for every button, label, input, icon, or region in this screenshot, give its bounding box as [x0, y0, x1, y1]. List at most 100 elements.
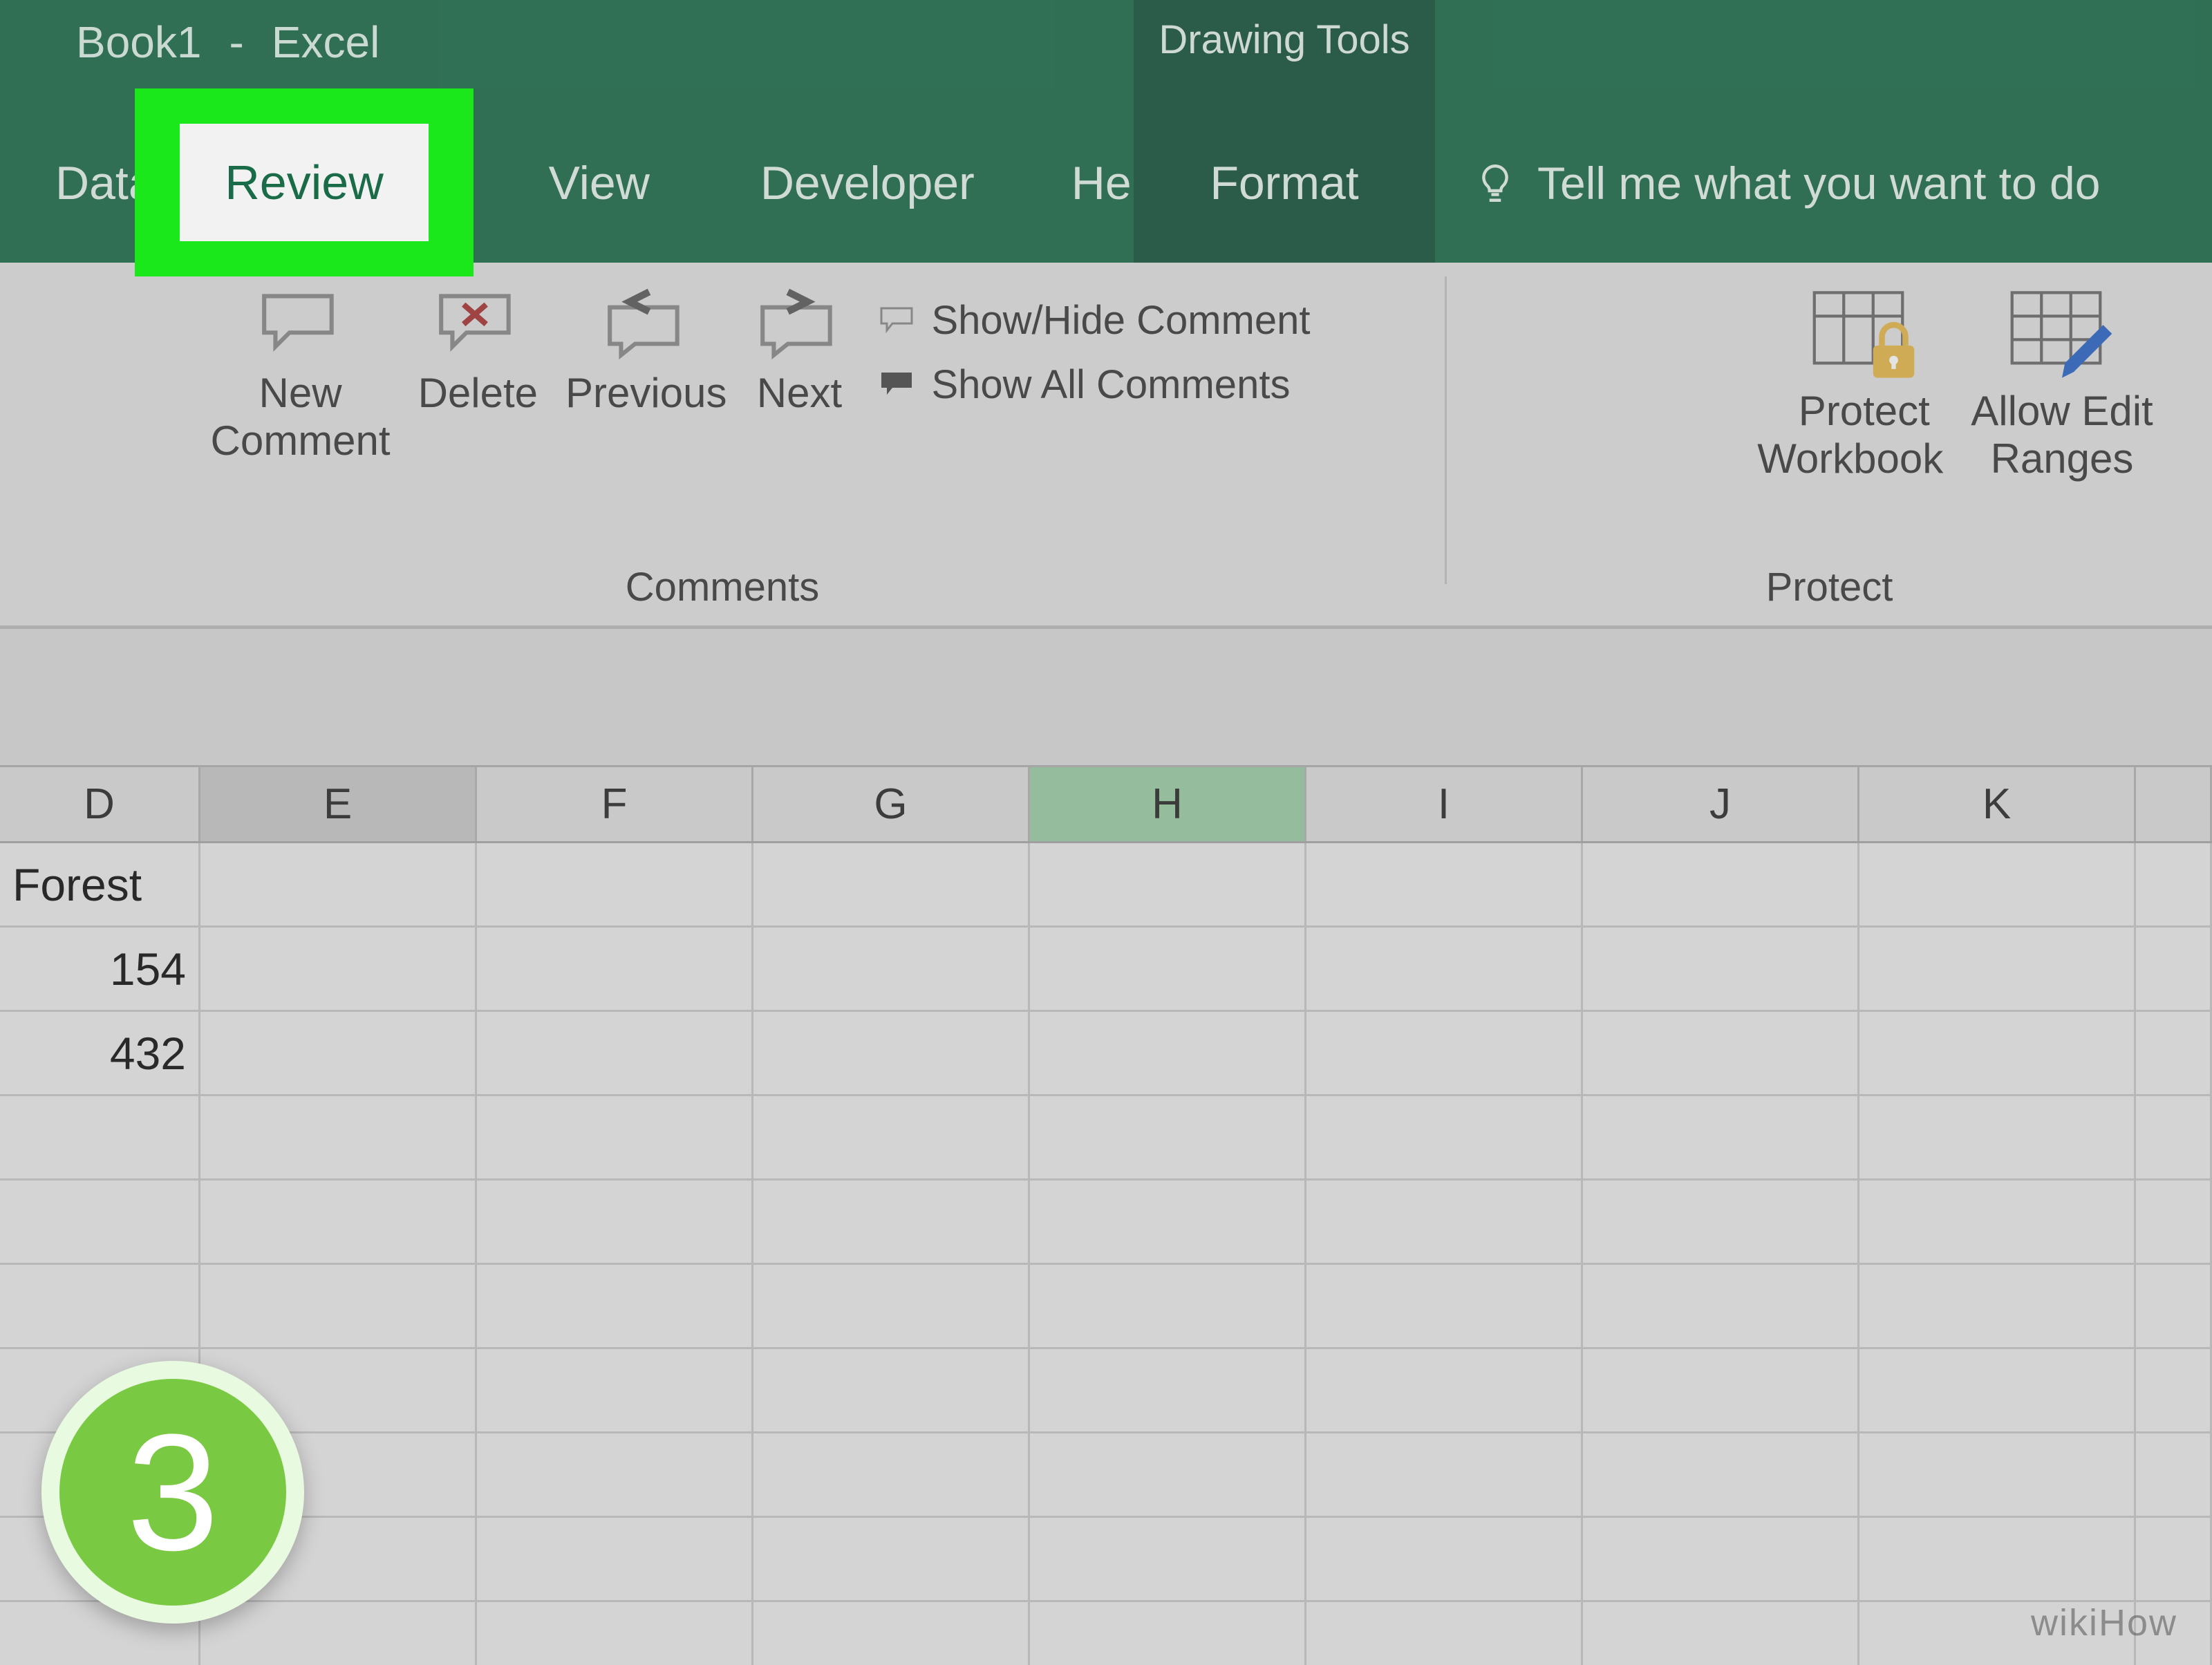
tab-view[interactable]: View [521, 104, 677, 263]
cell[interactable] [1583, 1349, 1859, 1431]
cell[interactable] [477, 928, 753, 1010]
cell[interactable] [753, 1349, 1030, 1431]
show-all-comments-button[interactable]: Show All Comments [879, 361, 1290, 408]
cell[interactable] [200, 1602, 477, 1665]
cell[interactable] [1859, 1518, 2136, 1600]
new-comment-button[interactable]: New Comment [211, 283, 391, 464]
cell[interactable] [0, 1180, 200, 1263]
cell[interactable] [200, 843, 477, 925]
cell[interactable] [1583, 928, 1859, 1010]
show-hide-comment-button[interactable]: Show/Hide Comment [879, 297, 1310, 344]
cell[interactable] [2136, 1349, 2212, 1431]
cell[interactable] [2136, 1096, 2212, 1178]
cell[interactable] [1306, 1012, 1583, 1094]
cell[interactable]: 432 [0, 1012, 200, 1094]
cell[interactable] [477, 1602, 753, 1665]
cell[interactable] [1583, 1096, 1859, 1178]
cell[interactable] [753, 1180, 1030, 1263]
cell[interactable] [477, 1265, 753, 1347]
cell[interactable] [477, 1433, 753, 1516]
cell[interactable] [1030, 928, 1306, 1010]
cell[interactable] [753, 1265, 1030, 1347]
next-comment-button[interactable]: Next [754, 283, 844, 417]
cell[interactable] [753, 928, 1030, 1010]
cell[interactable] [2136, 1518, 2212, 1600]
cell[interactable] [1859, 1096, 2136, 1178]
cell[interactable] [0, 1096, 200, 1178]
cell[interactable] [1030, 1518, 1306, 1600]
cell[interactable] [753, 1602, 1030, 1665]
cell[interactable] [1859, 1012, 2136, 1094]
protect-workbook-button[interactable]: Protect Workbook [1785, 283, 1943, 482]
cell[interactable] [1030, 1180, 1306, 1263]
cell[interactable] [1306, 1433, 1583, 1516]
tab-developer[interactable]: Developer [733, 104, 1002, 263]
cell[interactable] [2136, 1012, 2212, 1094]
tab-format[interactable]: Format [1134, 104, 1435, 263]
cell[interactable] [477, 1180, 753, 1263]
cell[interactable] [1583, 1180, 1859, 1263]
cell[interactable] [477, 1518, 753, 1600]
cell[interactable] [1306, 1180, 1583, 1263]
allow-edit-ranges-button[interactable]: Allow Edit Ranges [1971, 283, 2153, 482]
cell[interactable] [2136, 843, 2212, 925]
cell[interactable] [1030, 843, 1306, 925]
cell[interactable]: Forest [0, 843, 200, 925]
cell[interactable] [2136, 1265, 2212, 1347]
cell[interactable] [1306, 1265, 1583, 1347]
column-header-f[interactable]: F [477, 767, 753, 841]
cell[interactable] [1859, 1180, 2136, 1263]
cell[interactable] [1030, 1349, 1306, 1431]
previous-comment-button[interactable]: Previous [565, 283, 727, 417]
cell[interactable] [1030, 1265, 1306, 1347]
cell[interactable] [200, 1012, 477, 1094]
cell[interactable] [2136, 1180, 2212, 1263]
cell[interactable] [200, 1096, 477, 1178]
cell[interactable] [477, 1349, 753, 1431]
cell[interactable] [1030, 1433, 1306, 1516]
column-header-h[interactable]: H [1030, 767, 1306, 841]
cell[interactable] [1306, 843, 1583, 925]
cell[interactable] [1306, 1349, 1583, 1431]
cell[interactable] [1306, 928, 1583, 1010]
column-header-e[interactable]: E [200, 767, 477, 841]
cell[interactable] [200, 1265, 477, 1347]
cell[interactable] [200, 928, 477, 1010]
cell[interactable] [1583, 1433, 1859, 1516]
cell[interactable] [1583, 1602, 1859, 1665]
tellme-search[interactable]: Tell me what you want to do [1472, 104, 2100, 263]
cell[interactable] [1859, 1433, 2136, 1516]
column-header-partial[interactable] [2136, 767, 2212, 841]
spreadsheet-grid[interactable]: Forest154432 [0, 843, 2212, 1665]
cell[interactable] [1859, 928, 2136, 1010]
cell[interactable]: 154 [0, 928, 200, 1010]
cell[interactable] [1859, 1349, 2136, 1431]
cell[interactable] [1030, 1602, 1306, 1665]
cell[interactable] [477, 1012, 753, 1094]
column-header-j[interactable]: J [1583, 767, 1859, 841]
cell[interactable] [477, 1096, 753, 1178]
cell[interactable] [1583, 1012, 1859, 1094]
cell[interactable] [1583, 1265, 1859, 1347]
delete-comment-button[interactable]: Delete [418, 283, 538, 417]
cell[interactable] [0, 1265, 200, 1347]
cell[interactable] [2136, 1433, 2212, 1516]
cell[interactable] [753, 1012, 1030, 1094]
cell[interactable] [1306, 1518, 1583, 1600]
cell[interactable] [753, 1096, 1030, 1178]
cell[interactable] [1030, 1096, 1306, 1178]
column-header-i[interactable]: I [1306, 767, 1583, 841]
cell[interactable] [1583, 1518, 1859, 1600]
cell[interactable] [477, 843, 753, 925]
column-header-k[interactable]: K [1859, 767, 2136, 841]
cell[interactable] [753, 1518, 1030, 1600]
cell[interactable] [1859, 843, 2136, 925]
column-header-g[interactable]: G [753, 767, 1030, 841]
cell[interactable] [753, 843, 1030, 925]
column-header-d[interactable]: D [0, 767, 200, 841]
cell[interactable] [1030, 1012, 1306, 1094]
cell[interactable] [1583, 843, 1859, 925]
cell[interactable] [200, 1180, 477, 1263]
tab-review[interactable]: Review [180, 124, 429, 241]
cell[interactable] [2136, 928, 2212, 1010]
